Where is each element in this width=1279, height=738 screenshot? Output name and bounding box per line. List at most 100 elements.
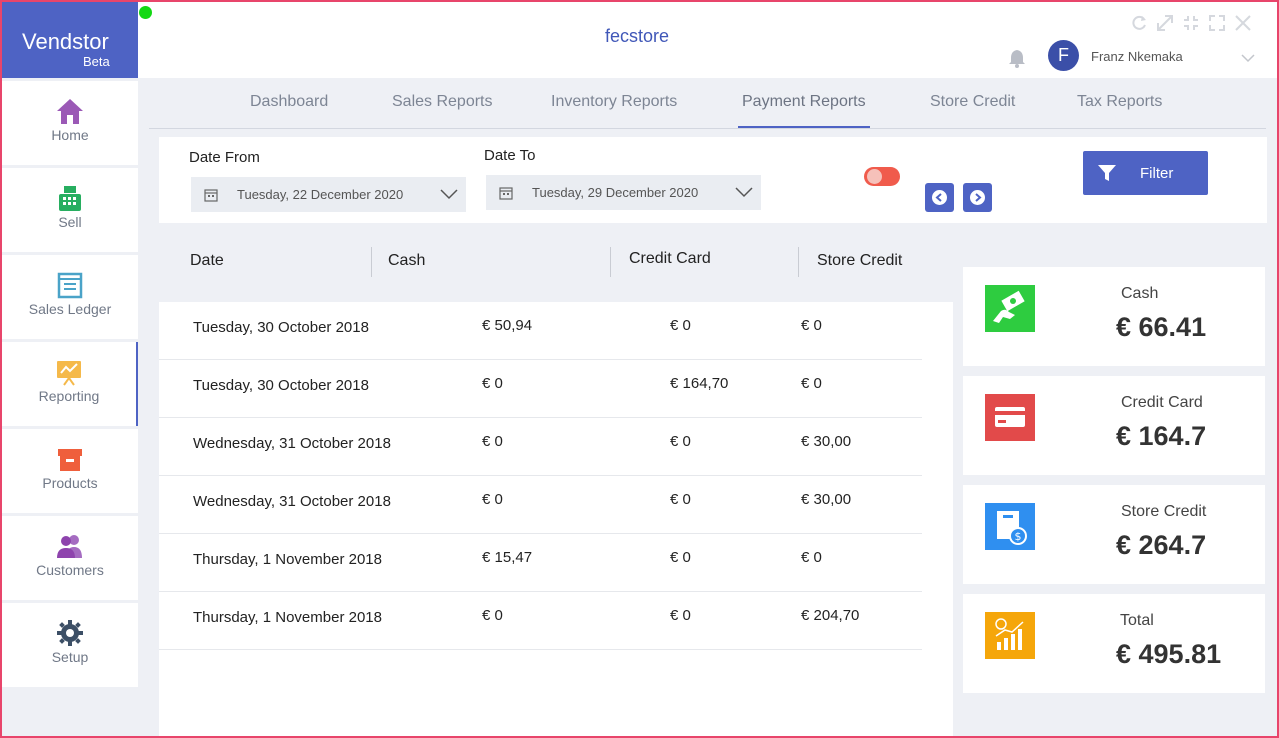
cell-cash: € 15,47 — [482, 549, 533, 566]
column-header-date: Date — [190, 252, 224, 269]
sidebar-item-products[interactable]: Products — [2, 429, 138, 513]
cell-credit-card: € 0 — [670, 433, 691, 450]
cell-date: Thursday, 1 November 2018 — [193, 551, 382, 568]
sidebar-item-label: Products — [42, 475, 98, 491]
cell-date: Wednesday, 31 October 2018 — [193, 493, 391, 510]
sidebar-item-home[interactable]: Home — [2, 81, 138, 165]
cell-credit-card: € 0 — [670, 491, 691, 508]
tab-inventory-reports[interactable]: Inventory Reports — [551, 93, 677, 111]
close-icon[interactable] — [1234, 14, 1252, 32]
tab-tax-reports[interactable]: Tax Reports — [1077, 93, 1162, 111]
gear-icon — [57, 620, 83, 646]
sidebar-item-label: Home — [51, 127, 89, 143]
tab-divider — [149, 128, 1266, 129]
growth-chart-icon — [985, 612, 1035, 659]
column-divider — [371, 247, 372, 277]
calendar-icon — [499, 187, 513, 200]
previous-button[interactable] — [925, 183, 954, 212]
sidebar-item-sales-ledger[interactable]: Sales Ledger — [2, 255, 138, 339]
summary-title: Total — [1120, 612, 1154, 629]
chevron-down-icon — [440, 189, 458, 200]
cell-date: Thursday, 1 November 2018 — [193, 609, 382, 626]
summary-value: € 164.7 — [1116, 421, 1207, 451]
chevron-down-icon[interactable] — [1241, 53, 1255, 63]
date-to-picker[interactable]: Tuesday, 29 December 2020 — [486, 175, 761, 210]
table-row[interactable]: Tuesday, 30 October 2018 € 50,94 € 0 € 0 — [159, 302, 922, 360]
tab-dashboard[interactable]: Dashboard — [250, 93, 328, 111]
credit-card-icon — [985, 394, 1035, 441]
status-indicator — [139, 6, 152, 19]
user-name[interactable]: Franz Nkemaka — [1091, 49, 1183, 64]
filter-button[interactable]: Filter — [1083, 151, 1208, 195]
summary-title: Credit Card — [1121, 394, 1203, 411]
refresh-icon[interactable] — [1130, 14, 1148, 32]
table-row[interactable]: Wednesday, 31 October 2018 € 0 € 0 € 30,… — [159, 418, 922, 476]
shrink-icon[interactable] — [1156, 14, 1174, 32]
summary-card-credit-card: Credit Card € 164.7 — [963, 376, 1265, 475]
summary-value: € 495.81 — [1116, 639, 1222, 669]
expand-icon[interactable] — [1208, 14, 1226, 32]
cell-store-credit: € 30,00 — [801, 433, 852, 450]
users-icon — [57, 535, 82, 558]
table-row[interactable]: Tuesday, 30 October 2018 € 0 € 164,70 € … — [159, 360, 922, 418]
summary-title: Store Credit — [1121, 503, 1207, 520]
next-button[interactable] — [963, 183, 992, 212]
sidebar-item-label: Setup — [51, 649, 89, 665]
date-from-label: Date From — [189, 149, 260, 166]
brand-sub: Beta — [83, 54, 110, 69]
cell-cash: € 0 — [482, 607, 503, 624]
cell-date: Wednesday, 31 October 2018 — [193, 435, 391, 452]
sidebar-item-customers[interactable]: Customers — [2, 516, 138, 600]
chevron-down-icon — [735, 187, 753, 198]
sidebar: Home Sell Sales Ledger Reporting Product… — [2, 78, 138, 736]
toggle-knob — [867, 169, 882, 184]
chevron-left-icon — [935, 193, 942, 202]
toggle-switch[interactable] — [864, 167, 900, 186]
cell-cash: € 0 — [482, 375, 503, 392]
cell-store-credit: € 0 — [801, 375, 822, 392]
cell-store-credit: € 0 — [801, 549, 822, 566]
cash-hand-icon — [985, 285, 1035, 332]
brand-logo: Vendstor Beta — [2, 2, 138, 78]
table-row[interactable]: Thursday, 1 November 2018 € 0 € 0 € 204,… — [159, 592, 922, 650]
sidebar-item-sell[interactable]: Sell — [2, 168, 138, 252]
filter-button-label: Filter — [1140, 165, 1174, 182]
cell-cash: € 50,94 — [482, 317, 533, 334]
column-header-store-credit: Store Credit — [817, 252, 903, 269]
sidebar-item-label: Sell — [58, 214, 82, 230]
sidebar-item-label: Reporting — [38, 388, 100, 404]
cell-store-credit: € 0 — [801, 317, 822, 334]
summary-value: € 66.41 — [1116, 312, 1207, 342]
sidebar-item-reporting[interactable]: Reporting — [2, 342, 138, 426]
svg-text:$: $ — [1015, 530, 1022, 543]
home-icon — [57, 99, 83, 124]
payments-table: Tuesday, 30 October 2018 € 50,94 € 0 € 0… — [159, 302, 953, 736]
tab-payment-reports[interactable]: Payment Reports — [742, 93, 866, 111]
cell-credit-card: € 0 — [670, 549, 691, 566]
ledger-icon — [57, 272, 83, 299]
column-header-cash: Cash — [388, 252, 426, 269]
calendar-icon — [204, 189, 218, 202]
collapse-icon[interactable] — [1182, 14, 1200, 32]
column-divider — [798, 247, 799, 277]
tab-store-credit[interactable]: Store Credit — [930, 93, 1015, 111]
date-from-picker[interactable]: Tuesday, 22 December 2020 — [191, 177, 466, 212]
active-tab-indicator — [738, 126, 870, 128]
cash-register-icon — [59, 186, 81, 211]
avatar[interactable]: F — [1048, 40, 1079, 71]
box-icon — [58, 449, 82, 471]
chevron-right-icon — [975, 193, 982, 202]
tab-sales-reports[interactable]: Sales Reports — [392, 93, 493, 111]
column-header-credit-card: Credit Card — [629, 250, 711, 267]
date-to-value: Tuesday, 29 December 2020 — [532, 185, 699, 200]
cell-date: Tuesday, 30 October 2018 — [193, 377, 369, 394]
bell-icon[interactable] — [1008, 48, 1026, 68]
sidebar-item-label: Sales Ledger — [28, 301, 112, 317]
date-to-label: Date To — [484, 147, 536, 164]
chart-icon — [57, 361, 81, 386]
table-row[interactable]: Thursday, 1 November 2018 € 15,47 € 0 € … — [159, 534, 922, 592]
date-from-value: Tuesday, 22 December 2020 — [237, 187, 404, 202]
brand-name: Vendstor — [22, 29, 109, 54]
table-row[interactable]: Wednesday, 31 October 2018 € 0 € 0 € 30,… — [159, 476, 922, 534]
sidebar-item-setup[interactable]: Setup — [2, 603, 138, 687]
